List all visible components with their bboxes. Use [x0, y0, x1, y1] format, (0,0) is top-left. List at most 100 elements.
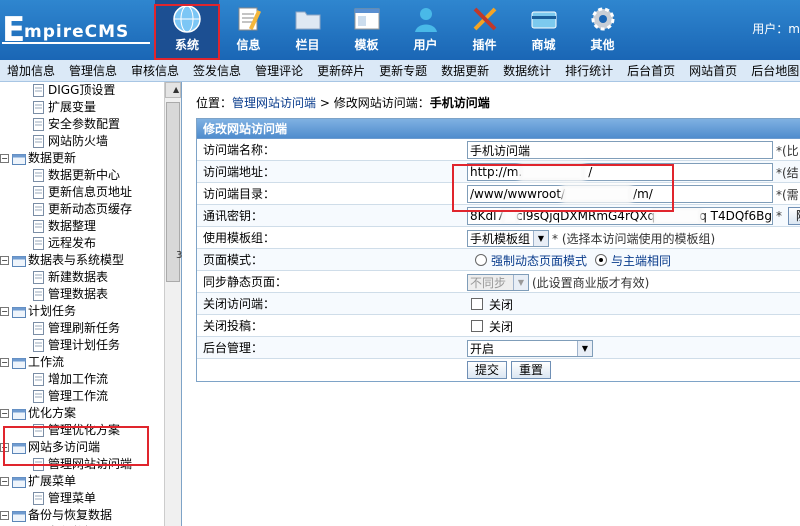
row-actions: 提交 重置: [197, 359, 800, 381]
tree-group[interactable]: − 优化方案: [0, 405, 181, 422]
admin-select[interactable]: 开启 ▼: [467, 339, 593, 357]
mode-same-radio[interactable]: [595, 254, 608, 266]
tree-label: 管理数据表: [48, 287, 109, 301]
nav-template[interactable]: 模板: [337, 0, 396, 60]
key-input[interactable]: 8Kdl7 cl9sQjqDXMRmG4rQXq q T4DQf6Bg: [467, 207, 773, 225]
admin-label: 后台管理：: [203, 341, 264, 355]
tree-group[interactable]: − 工作流: [0, 354, 181, 371]
tree-item[interactable]: 数据更新中心: [0, 167, 181, 184]
row-url: 访问端地址： http://m. / *(结: [197, 161, 800, 183]
random-key-button[interactable]: 随: [788, 207, 800, 225]
menu-item[interactable]: 网站首页: [682, 60, 744, 82]
folder-icon: [12, 357, 26, 369]
tree-group[interactable]: − 数据更新: [0, 150, 181, 167]
nav-info[interactable]: 信息: [219, 0, 278, 60]
row-key: 通讯密钥： 8Kdl7 cl9sQjqDXMRmG4rQXq q T4DQf6Bg …: [197, 205, 800, 227]
dir-input[interactable]: /www/wwwroot//m/: [467, 185, 773, 203]
menu-item[interactable]: 后台地图: [744, 60, 800, 82]
tree-item[interactable]: 新建数据表: [0, 269, 181, 286]
nav-user[interactable]: 用户: [396, 0, 455, 60]
tree-item[interactable]: 管理刷新任务: [0, 320, 181, 337]
folder-icon: [295, 11, 320, 30]
tree-item[interactable]: 更新动态页缓存: [0, 201, 181, 218]
mode-dynamic-radio[interactable]: [475, 254, 487, 266]
collapse-icon[interactable]: −: [0, 256, 9, 265]
tree-group[interactable]: − 网站多访问端: [0, 439, 181, 456]
page-icon: [33, 288, 44, 301]
sidebar-scrollbar[interactable]: ▲: [164, 82, 181, 526]
reset-button[interactable]: 重置: [511, 361, 552, 379]
frame-splitter[interactable]: 3: [176, 250, 182, 261]
menu-item[interactable]: 数据更新: [434, 60, 496, 82]
tree-item[interactable]: 管理计划任务: [0, 337, 181, 354]
menu-item[interactable]: 管理评论: [248, 60, 310, 82]
breadcrumb-link[interactable]: 管理网站访问端: [232, 96, 316, 110]
template-select[interactable]: 手机模板组 ▼: [467, 229, 549, 247]
tree-item[interactable]: DIGG顶设置: [0, 82, 181, 99]
nav-shop[interactable]: 商城: [514, 0, 573, 60]
menu-item[interactable]: 增加信息: [0, 60, 62, 82]
tree-label: 安全参数配置: [48, 117, 121, 131]
menu-item[interactable]: 数据统计: [496, 60, 558, 82]
close-access-text: 关闭: [489, 297, 514, 312]
page-icon: [33, 186, 44, 199]
page-icon: [33, 322, 44, 335]
close-submit-checkbox[interactable]: [471, 320, 483, 332]
dir-label: 访问端目录：: [203, 187, 276, 201]
menu-item[interactable]: 更新专题: [372, 60, 434, 82]
nav-label: 系统: [174, 38, 199, 52]
tree-item[interactable]: 管理菜单: [0, 490, 181, 507]
mode-dynamic-label[interactable]: 强制动态页面模式: [491, 252, 587, 269]
collapse-icon[interactable]: −: [0, 477, 9, 486]
tree-item[interactable]: 网站防火墙: [0, 133, 181, 150]
tree-item[interactable]: 管理工作流: [0, 388, 181, 405]
scroll-up-button[interactable]: ▲: [165, 82, 181, 98]
submit-button[interactable]: 提交: [467, 361, 508, 379]
row-mode: 页面模式： 强制动态页面模式 与主端相同: [197, 249, 800, 271]
nav-system[interactable]: 系统: [155, 0, 219, 60]
main-content: 位置：管理网站访问端 > 修改网站访问端：手机访问端 修改网站访问端 访问端名称…: [188, 82, 800, 526]
sidebar-tree: DIGG顶设置 扩展变量 安全参数配置网站防火墙 − 数据更新 数据更新中心 更新信息页地址…: [0, 82, 181, 526]
menu-item[interactable]: 签发信息: [186, 60, 248, 82]
name-input[interactable]: [467, 141, 773, 159]
folder-icon: [12, 442, 26, 454]
sync-label: 同步静态页面：: [203, 275, 288, 289]
nav-column[interactable]: 栏目: [278, 0, 337, 60]
menu-item[interactable]: 后台首页: [620, 60, 682, 82]
page-icon: [33, 237, 44, 250]
tree-label: 数据整理: [48, 219, 97, 233]
tree-item[interactable]: 数据整理: [0, 218, 181, 235]
collapse-icon[interactable]: −: [0, 511, 9, 520]
tree-item[interactable]: 扩展变量: [0, 99, 181, 116]
collapse-icon[interactable]: −: [0, 154, 9, 163]
menu-item[interactable]: 管理信息: [62, 60, 124, 82]
row-close-access: 关闭访问端： 关闭: [197, 293, 800, 315]
tree-item[interactable]: 远程发布: [0, 235, 181, 252]
tree-group[interactable]: − 扩展菜单: [0, 473, 181, 490]
page-icon: [33, 271, 44, 284]
sync-select[interactable]: 不同步 ▼: [467, 273, 529, 291]
tree-item[interactable]: 管理优化方案: [0, 422, 181, 439]
tree-item[interactable]: 增加工作流: [0, 371, 181, 388]
tree-item[interactable]: 更新信息页地址: [0, 184, 181, 201]
gear-icon: [591, 7, 614, 31]
url-input[interactable]: http://m. /: [467, 163, 773, 181]
tree-group[interactable]: − 计划任务: [0, 303, 181, 320]
menu-item[interactable]: 更新碎片: [310, 60, 372, 82]
tree-group[interactable]: − 备份与恢复数据: [0, 507, 181, 524]
nav-other[interactable]: 其他: [573, 0, 632, 60]
tree-group[interactable]: − 数据表与系统模型: [0, 252, 181, 269]
tree-item[interactable]: 管理数据表: [0, 286, 181, 303]
collapse-icon[interactable]: −: [0, 443, 9, 452]
collapse-icon[interactable]: −: [0, 358, 9, 367]
collapse-icon[interactable]: −: [0, 409, 9, 418]
menu-item[interactable]: 审核信息: [124, 60, 186, 82]
close-access-checkbox[interactable]: [471, 298, 483, 310]
collapse-icon[interactable]: −: [0, 307, 9, 316]
nav-plugin[interactable]: 插件: [455, 0, 514, 60]
tree-label: 新建数据表: [48, 270, 109, 284]
tree-item[interactable]: 管理网站访问端: [0, 456, 181, 473]
mode-same-label[interactable]: 与主端相同: [611, 252, 671, 269]
menu-item[interactable]: 排行统计: [558, 60, 620, 82]
tree-item[interactable]: 安全参数配置: [0, 116, 181, 133]
